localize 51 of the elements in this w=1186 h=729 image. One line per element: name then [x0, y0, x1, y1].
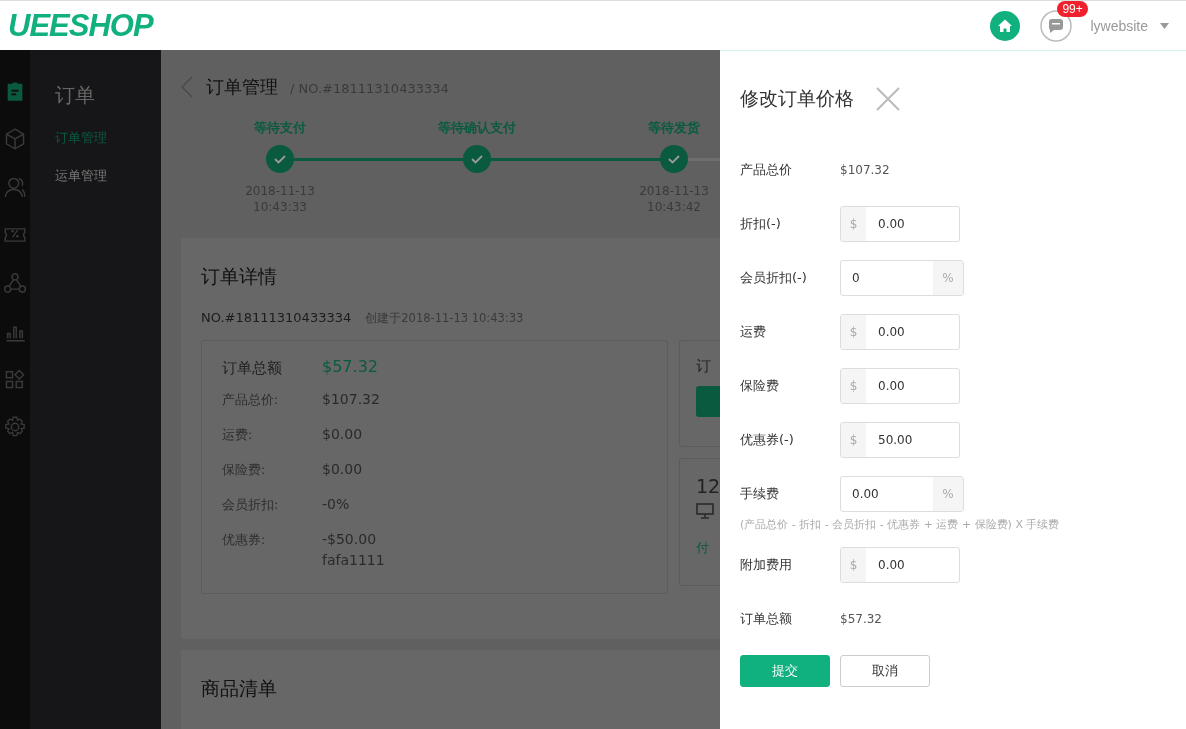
summary-value: $0.00 [322, 460, 363, 479]
price-input-field[interactable]: $ 0.00 [840, 206, 960, 242]
sidebar-item[interactable]: 运单管理 [55, 167, 161, 185]
price-input-field[interactable]: $ 0.00 [840, 368, 960, 404]
network-icon[interactable] [4, 272, 26, 294]
field-label: 订单总额 [740, 610, 793, 628]
summary-value: -0% [322, 495, 350, 514]
users-icon[interactable] [4, 176, 26, 198]
price-input-field[interactable]: 0 % [840, 260, 964, 296]
field-label: 折扣(-) [740, 215, 782, 233]
step-label: 等待发货 [648, 120, 700, 137]
notification-badge: 99+ [1057, 0, 1088, 17]
summary-value: $0.00 [322, 425, 363, 444]
amount-text: 12 [696, 475, 720, 497]
cancel-button[interactable]: 取消 [840, 655, 930, 687]
step-label: 等待支付 [254, 120, 306, 137]
action-button[interactable] [696, 386, 720, 417]
cube-icon[interactable] [4, 128, 26, 150]
price-input-field[interactable]: $ 0.00 [840, 314, 960, 350]
field-label: 优惠券(-) [740, 431, 795, 449]
step-label: 等待确认支付 [438, 120, 516, 137]
coupon-code: fafa1111 [322, 551, 385, 570]
sidebar-title: 订单 [55, 82, 96, 109]
home-icon[interactable] [990, 10, 1021, 41]
amount-value: $107.32 [840, 163, 890, 177]
summary-value: -$50.00 [322, 530, 378, 549]
card-title: 商品清单 [201, 676, 278, 701]
field-label: 会员折扣(-) [740, 269, 808, 287]
card-title: 订单详情 [201, 264, 278, 289]
price-input-field[interactable]: $ 50.00 [840, 422, 960, 458]
settings-icon[interactable] [4, 416, 26, 438]
amount-value: $57.32 [840, 612, 882, 626]
monitor-icon [696, 503, 714, 519]
page-title: 订单管理 [206, 75, 278, 99]
panel-title: 修改订单价格 [740, 86, 854, 111]
close-icon[interactable] [876, 87, 900, 111]
caret-icon[interactable] [1160, 22, 1169, 29]
order-number: NO.#18111310433334 [201, 310, 352, 325]
summary-value: $107.32 [322, 390, 380, 409]
field-label: 运费 [740, 323, 767, 341]
field-label: 保险费 [740, 377, 780, 395]
card-title: 订 [696, 357, 712, 376]
total-label: 订单总额 [222, 359, 283, 378]
apps-icon[interactable] [4, 368, 26, 390]
formula-hint: (产品总价 - 折扣 - 会员折扣 - 优惠券 + 运费 + 保险费) X 手续费 [740, 517, 1061, 532]
field-label: 附加费用 [740, 556, 793, 574]
field-label: 产品总价 [740, 161, 793, 179]
total-amount: $57.32 [322, 356, 378, 378]
price-input-field[interactable]: $ 0.00 [840, 547, 960, 583]
field-label: 手续费 [740, 485, 780, 503]
price-input-field[interactable]: 0.00 % [840, 476, 964, 512]
